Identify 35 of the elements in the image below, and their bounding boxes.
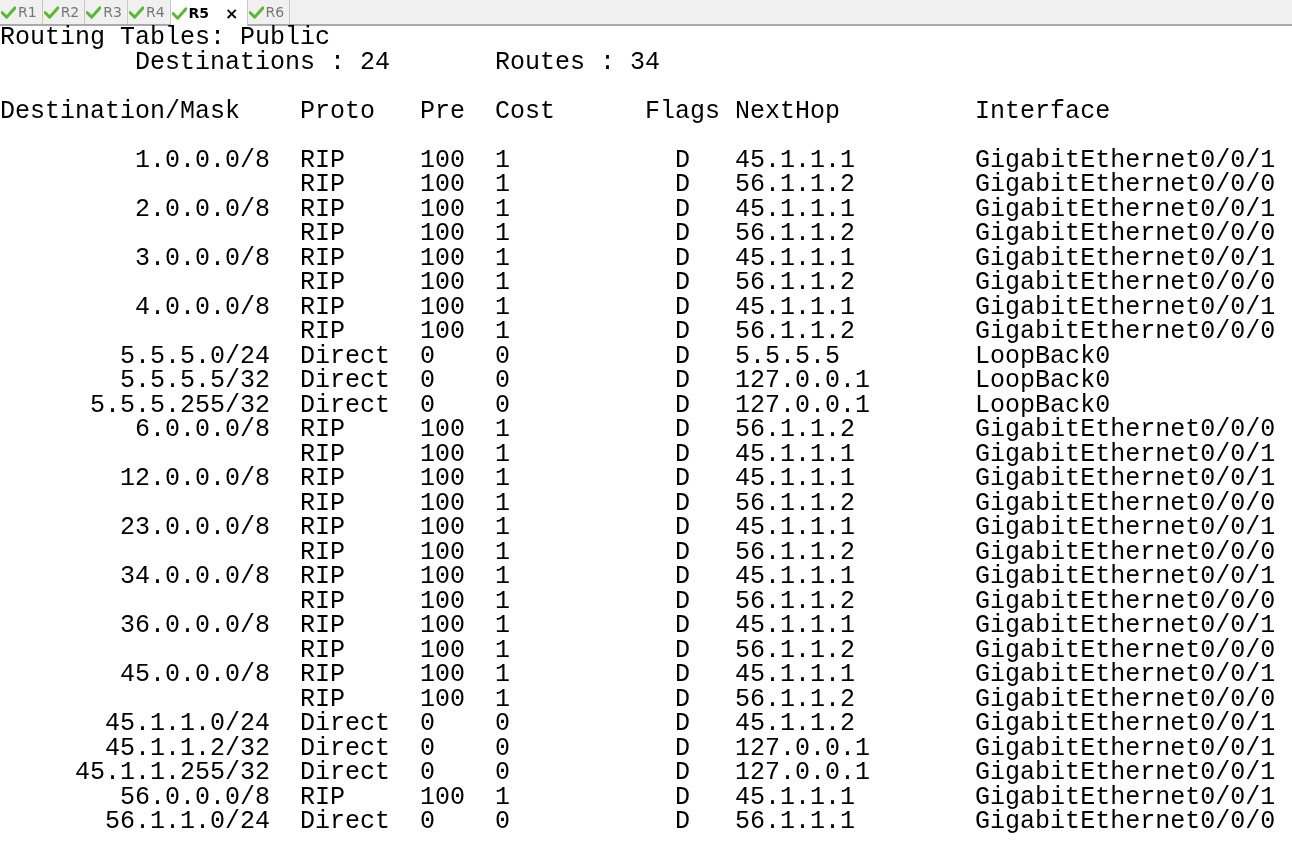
session-tab[interactable]: R5 × — [170, 0, 248, 26]
session-tab[interactable]: R4 — [127, 0, 171, 24]
checkmark-icon — [248, 5, 264, 19]
session-tab[interactable]: R6 — [247, 0, 291, 24]
destinations-count: Destinations : 24 — [135, 50, 392, 75]
checkmark-icon — [43, 5, 59, 19]
checkmark-icon — [1, 5, 16, 19]
column-header: Flags — [645, 99, 722, 124]
table-cell: 34.0.0.0/8 — [120, 562, 271, 591]
checkmark-icon — [171, 6, 187, 20]
table-cell: Direct — [300, 807, 391, 836]
column-header: Destination/Mask — [0, 99, 242, 124]
session-tab[interactable]: R2 — [42, 0, 86, 24]
table-cell: 23.0.0.0/8 — [120, 513, 271, 542]
close-icon[interactable]: × — [225, 3, 239, 23]
table-cell: 2.0.0.0/8 — [135, 194, 271, 224]
table-cell: Direct — [300, 758, 391, 787]
column-header: Interface — [975, 99, 1112, 124]
table-cell: 56.1.1.0/24 — [105, 807, 271, 836]
checkmark-icon — [128, 5, 144, 19]
table-cell: 12.0.0.0/8 — [120, 464, 271, 493]
session-tab[interactable]: R1 — [0, 0, 43, 24]
table-cell: 36.0.0.0/8 — [120, 611, 271, 640]
column-header: Pre — [420, 99, 467, 124]
checkmark-icon — [86, 5, 102, 19]
column-header: Cost — [495, 99, 557, 124]
table-cell: 4.0.0.0/8 — [135, 292, 271, 322]
routes-count: Routes : 34 — [495, 50, 661, 75]
column-header: NextHop — [735, 99, 842, 124]
table-cell: 6.0.0.0/8 — [135, 415, 271, 444]
table-cell: 45.0.0.0/8 — [120, 660, 271, 689]
table-cell: 3.0.0.0/8 — [135, 243, 271, 273]
session-tab[interactable]: R3 — [85, 0, 128, 24]
table-cell: 1.0.0.0/8 — [135, 145, 271, 175]
column-header: Proto — [300, 99, 377, 124]
